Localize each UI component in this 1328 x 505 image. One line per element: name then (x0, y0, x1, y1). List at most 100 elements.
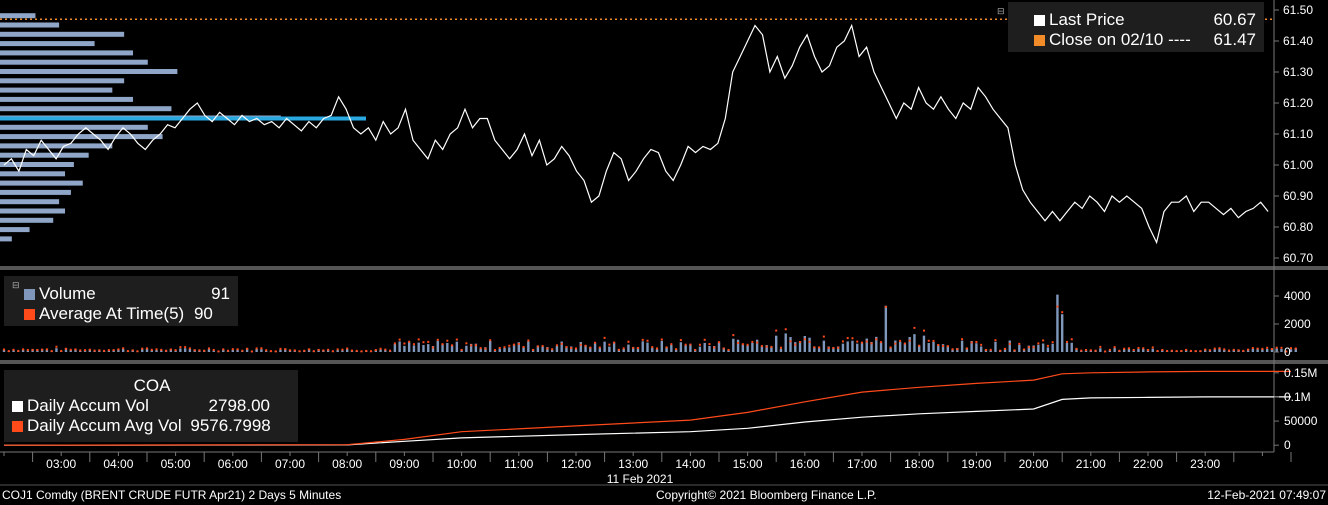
avg-volume-dot (951, 348, 954, 351)
collapse-icon[interactable]: ⊟ (12, 280, 20, 291)
red-swatch-icon (24, 309, 35, 321)
avg-volume-dot (1037, 342, 1040, 345)
volume-bar (736, 339, 740, 352)
avg-volume-dot (12, 348, 15, 351)
avg-volume-dot (965, 347, 968, 350)
avg-volume-dot (851, 337, 854, 340)
avg-volume-dot (694, 348, 697, 351)
avg-volume-dot (136, 350, 139, 353)
avg-volume-dot (870, 342, 873, 345)
volume-bar (627, 344, 630, 352)
avg-volume-dot (241, 349, 244, 352)
avg-volume-dot (1094, 349, 1097, 352)
avg-volume-dot (1042, 339, 1045, 342)
volume-bar (622, 349, 625, 352)
avg-volume-dot (737, 341, 740, 344)
avg-volume-dot (822, 335, 825, 338)
legend-daily-accum[interactable]: Daily Accum Vol 2798.00 (12, 396, 292, 416)
profile-bar (0, 124, 148, 130)
volume-bar (1113, 348, 1116, 352)
time-tick-label: 12:00 (561, 457, 591, 471)
avg-volume-dot (560, 342, 563, 345)
avg-volume-dot (1013, 349, 1016, 352)
avg-volume-dot (794, 343, 797, 346)
volume-bar (1137, 348, 1140, 352)
avg-volume-dot (994, 339, 997, 342)
volume-bar (655, 349, 659, 352)
accum-tick-label: 0.1M (1284, 390, 1311, 404)
avg-volume-dot (989, 348, 992, 351)
avg-volume-dot (570, 347, 573, 350)
daily-accum-value: 2798.00 (208, 396, 270, 415)
accum-legend[interactable]: COA Daily Accum Vol 2798.00 Daily Accum … (4, 370, 298, 442)
legend-last-price[interactable]: Last Price 60.67 (1034, 10, 1256, 30)
avg-volume-dot (970, 341, 973, 344)
avg-volume-dot (594, 341, 597, 344)
volume-bar (455, 341, 459, 352)
avg-volume-dot (942, 344, 945, 347)
avg-volume-dot (703, 338, 706, 341)
accum-tick-label: 0.15M (1284, 366, 1317, 380)
avg-volume-dot (1113, 346, 1116, 349)
volume-bar (527, 341, 530, 352)
avg-volume-dot (36, 349, 39, 352)
avg-volume-dot (641, 338, 644, 341)
avg-volume-dot (465, 342, 468, 345)
profile-bar (0, 162, 74, 167)
volume-bar (894, 340, 897, 352)
avg-volume-dot (131, 349, 134, 352)
avg-volume-dot (474, 344, 477, 347)
price-panel-divider[interactable] (0, 266, 1328, 270)
avg-volume-dot (999, 349, 1002, 352)
volume-bar (608, 346, 611, 352)
volume-bar (446, 342, 449, 352)
avg-volume-dot (455, 338, 458, 341)
avg-volume-dot (427, 340, 430, 343)
avg-volume-dot (1189, 349, 1192, 352)
volume-legend[interactable]: ⊟ Volume 91 Average At Time(5) 90 (4, 276, 238, 326)
avg-volume-dot (360, 350, 363, 353)
volume-bar (1008, 340, 1011, 352)
legend-daily-avg[interactable]: Daily Accum Avg Vol 9576.7998 (12, 416, 292, 436)
time-tick-label: 22:00 (1133, 457, 1163, 471)
legend-volume[interactable]: Volume 91 (24, 284, 230, 304)
avg-volume-dot (179, 346, 182, 349)
avg-volume-dot (117, 348, 120, 351)
avg-volume-dot (1008, 342, 1011, 345)
time-tick-label: 10:00 (447, 457, 477, 471)
avg-volume-dot (660, 338, 663, 341)
avg-volume-dot (937, 343, 940, 346)
avg-volume-dot (236, 348, 239, 351)
avg-volume-dot (146, 347, 148, 350)
collapse-icon[interactable]: ⊟ (997, 6, 1005, 17)
accum-tick-label: 50000 (1284, 414, 1318, 428)
price-tick-label: 61.00 (1283, 158, 1313, 172)
volume-bar (579, 341, 582, 352)
avg-volume-dot (651, 346, 654, 349)
avg-volume-dot (45, 348, 48, 351)
volume-bar (841, 343, 845, 352)
avg-volume-dot (1156, 349, 1159, 352)
avg-volume-dot (546, 347, 549, 350)
avg-volume-dot (441, 343, 444, 346)
time-tick-label: 03:00 (46, 457, 76, 471)
avg-volume-dot (341, 348, 344, 351)
avg-volume-dot (555, 344, 558, 347)
volume-bar (279, 349, 282, 352)
avg-volume-dot (1266, 346, 1269, 349)
price-legend[interactable]: ⊟ Last Price 60.67 Close on 02/10 ---- 6… (997, 2, 1264, 52)
avg-volume-dot (1065, 340, 1068, 343)
price-tick-label: 61.40 (1283, 34, 1313, 48)
avg-volume-dot (260, 347, 263, 350)
avg-volume-dot (74, 348, 77, 351)
volume-bar (1251, 348, 1255, 352)
volume-bar (865, 338, 868, 352)
avg-volume-dot (327, 348, 330, 351)
time-tick-label: 07:00 (275, 457, 305, 471)
legend-close[interactable]: Close on 02/10 ---- 61.47 (1034, 30, 1256, 50)
legend-average[interactable]: Average At Time(5) 90 (24, 304, 230, 324)
avg-volume-dot (565, 346, 568, 349)
average-label: Average At Time(5) (39, 304, 185, 323)
volume-panel-divider[interactable] (0, 360, 1328, 364)
volume-bar (732, 338, 735, 352)
